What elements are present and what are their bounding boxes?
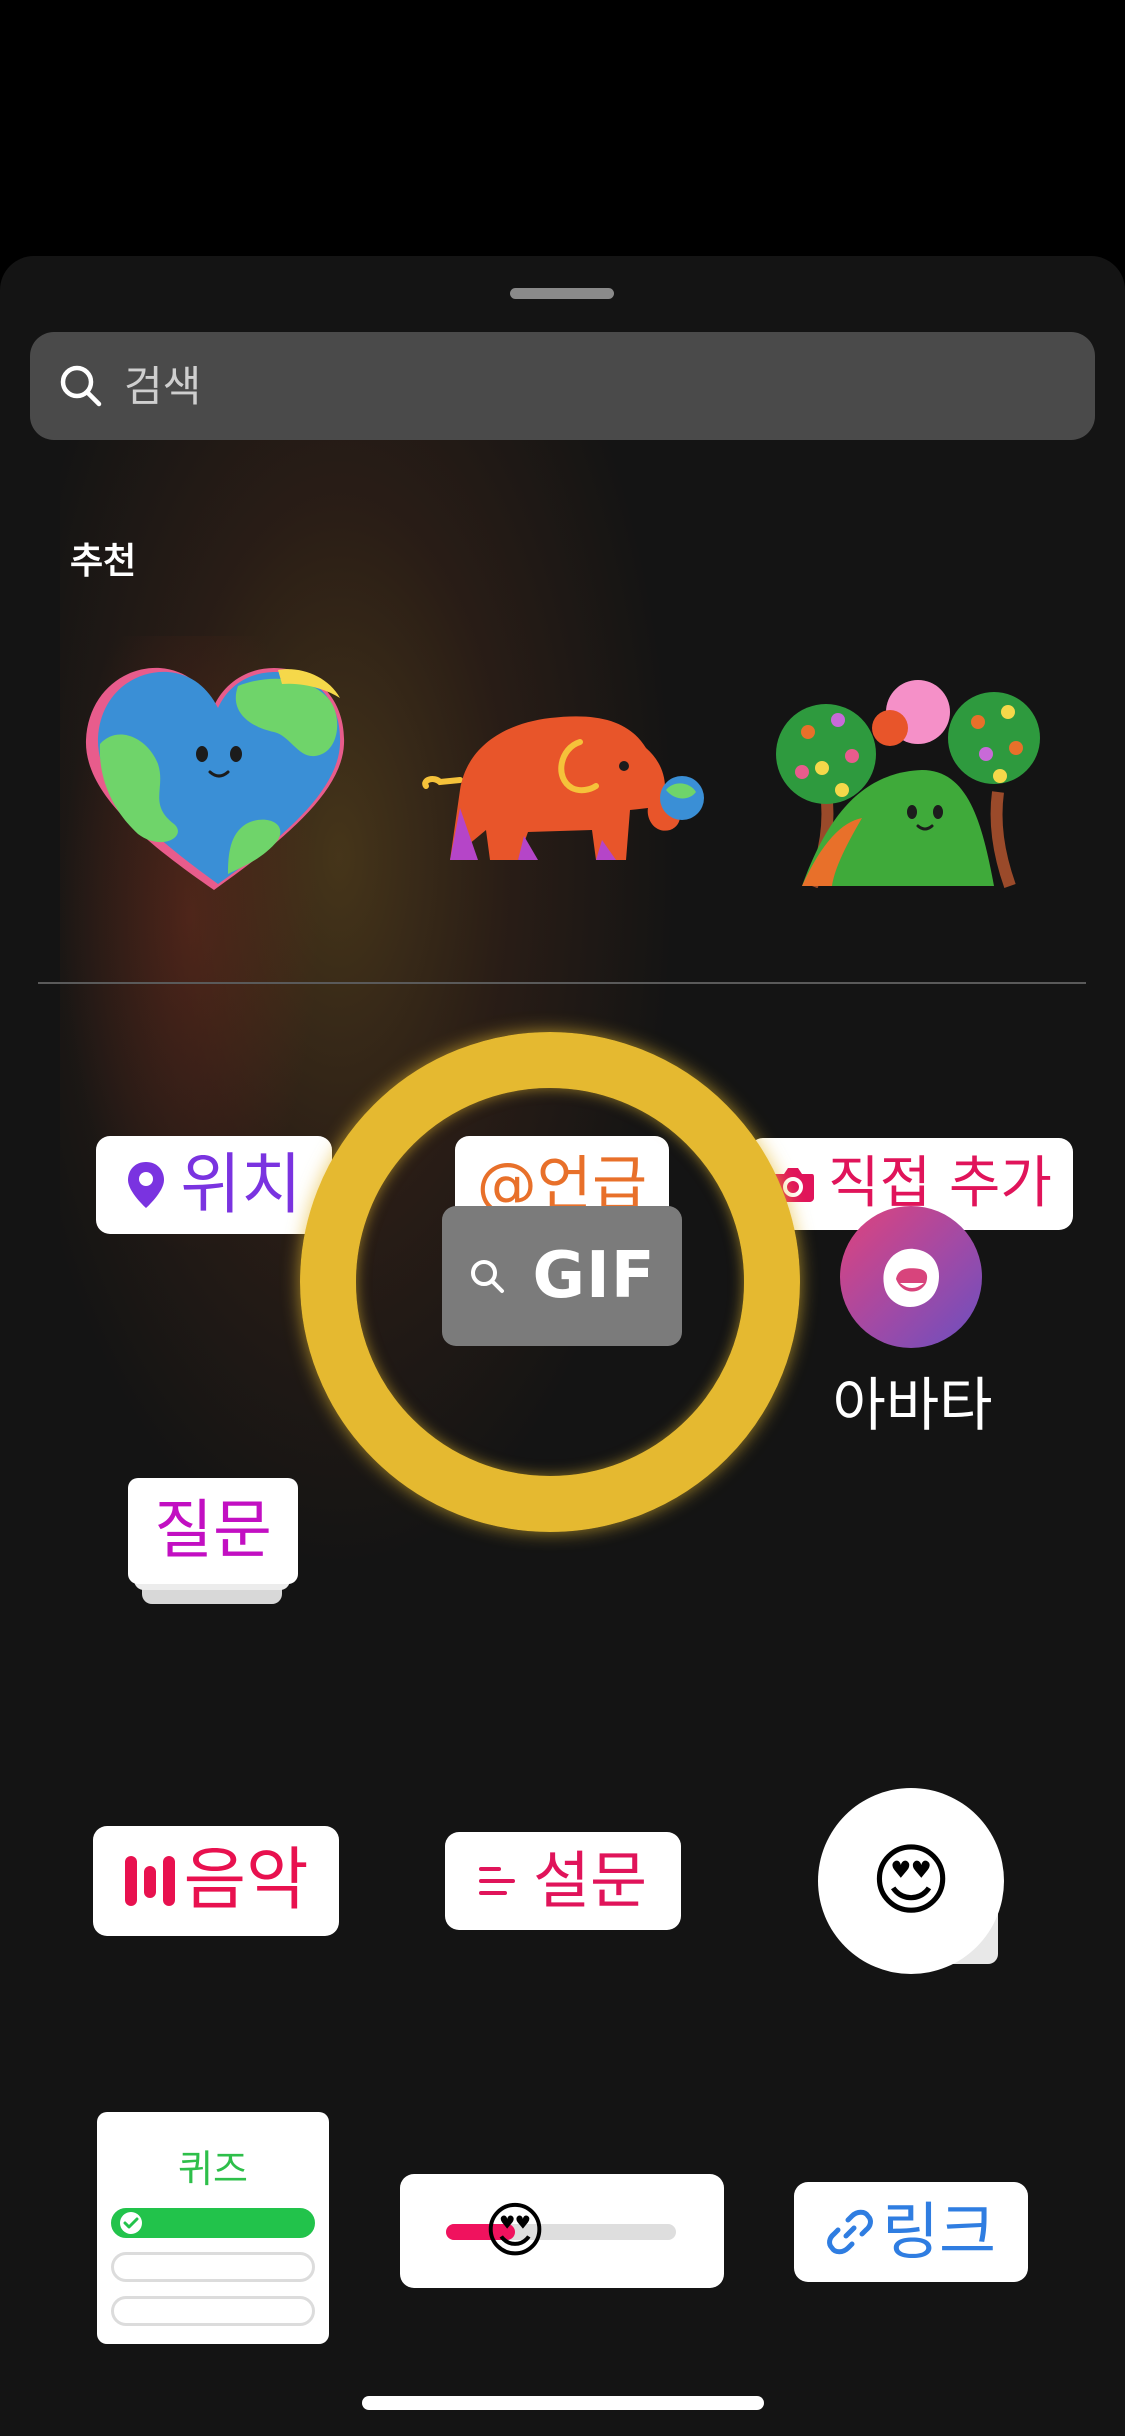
quiz-label: 퀴즈 xyxy=(178,2147,248,2191)
search-input[interactable] xyxy=(122,360,1026,412)
poll-label: 설문 xyxy=(532,1844,648,1917)
elephant-globe-sticker[interactable] xyxy=(420,700,704,868)
add-yours-label: 직접 추가 xyxy=(828,1151,1052,1216)
location-pin-icon xyxy=(128,1162,165,1208)
avatar-face-icon xyxy=(883,1248,939,1307)
quiz-option xyxy=(111,2252,315,2282)
search-bar[interactable] xyxy=(30,332,1095,440)
home-indicator[interactable] xyxy=(362,2396,764,2410)
avatar-sticker[interactable] xyxy=(840,1206,982,1348)
heart-eyes-emoji: 😍 xyxy=(870,1836,952,1926)
music-bars-icon xyxy=(125,1856,176,1906)
question-sticker[interactable]: 질문 xyxy=(128,1478,298,1638)
avatar-label: 아바타 xyxy=(832,1371,993,1439)
section-title-recommended: 추천 xyxy=(70,541,137,582)
slider-thumb[interactable]: 😍 xyxy=(482,2198,548,2264)
search-icon xyxy=(471,1260,505,1293)
heart-eyes-emoji: 😍 xyxy=(483,2196,547,2266)
quiz-option xyxy=(111,2296,315,2326)
quiz-sticker[interactable]: 퀴즈 xyxy=(97,2112,329,2344)
check-icon xyxy=(120,2212,142,2234)
link-label: 링크 xyxy=(881,2195,997,2268)
poll-lines-icon xyxy=(478,1867,515,1895)
sheet-grabber[interactable] xyxy=(510,288,614,299)
emoji-reaction-sticker[interactable]: 😍 xyxy=(818,1788,1004,1974)
poll-sticker[interactable]: 설문 xyxy=(445,1832,681,1930)
music-label: 음악 xyxy=(183,1841,309,1920)
search-icon xyxy=(60,365,102,407)
earth-heart-sticker[interactable] xyxy=(78,654,350,894)
question-label: 질문 xyxy=(154,1494,272,1568)
question-card: 질문 xyxy=(128,1478,298,1584)
gif-sticker[interactable]: GIF xyxy=(442,1206,682,1346)
screen: 추천 xyxy=(0,0,1125,2436)
section-divider xyxy=(38,982,1086,984)
link-icon xyxy=(827,2209,873,2255)
link-sticker[interactable]: 링크 xyxy=(794,2182,1028,2282)
location-label: 위치 xyxy=(180,1146,302,1223)
emoji-slider-sticker[interactable]: 😍 xyxy=(400,2174,724,2288)
music-sticker[interactable]: 음악 xyxy=(93,1826,339,1936)
hill-trees-sticker[interactable] xyxy=(772,672,1048,888)
gif-label: GIF xyxy=(532,1239,656,1313)
location-sticker[interactable]: 위치 xyxy=(96,1136,332,1234)
